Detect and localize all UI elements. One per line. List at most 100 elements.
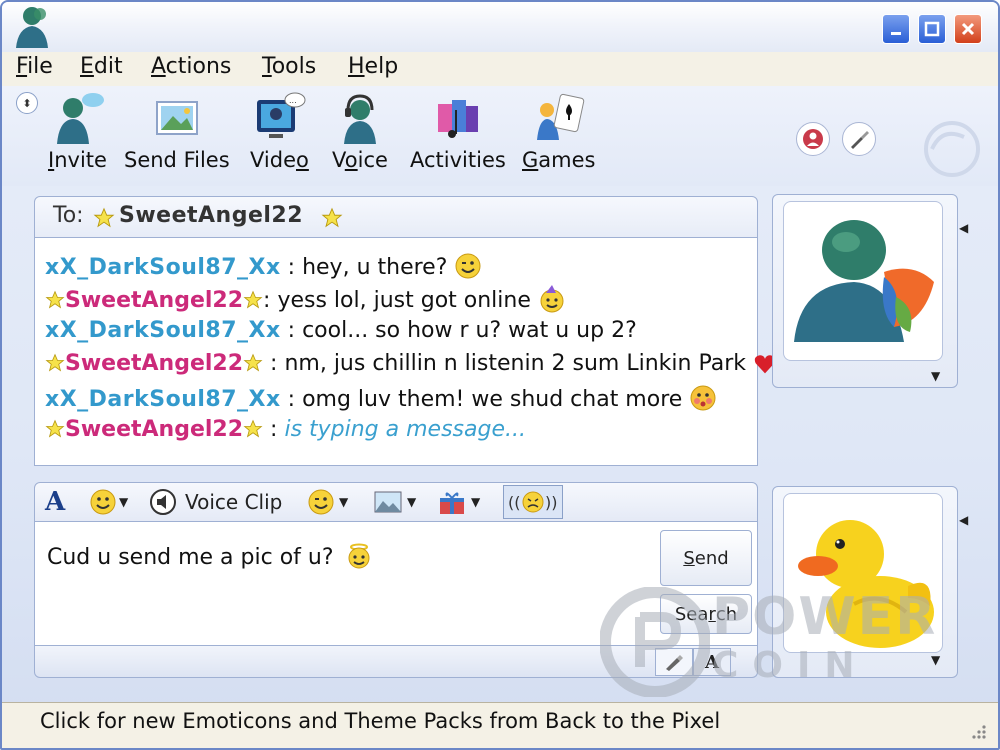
search-pre: Sea bbox=[674, 603, 709, 625]
status-link[interactable]: Click for new Emoticons and Theme Packs … bbox=[40, 709, 720, 733]
message-row: xX_DarkSoul87_Xx : omg luv them! we shud… bbox=[45, 384, 717, 412]
menu-bar: File Edit Actions Tools Help bbox=[2, 52, 998, 87]
minimize-button[interactable] bbox=[882, 14, 910, 44]
resize-grip-icon[interactable] bbox=[968, 721, 988, 741]
playing-cards-icon bbox=[536, 93, 584, 140]
close-button[interactable] bbox=[954, 14, 982, 44]
menu-help[interactable]: Help bbox=[348, 54, 398, 79]
wink-emoticon-icon bbox=[455, 253, 481, 279]
typing-indicator: is typing a message... bbox=[284, 417, 526, 442]
collapse-arrow-icon[interactable]: ◀ bbox=[959, 221, 968, 235]
invite-label: Invite bbox=[48, 148, 107, 172]
own-display-picture[interactable] bbox=[783, 493, 943, 653]
message-text: cool... so how r u? wat u up 2? bbox=[302, 318, 637, 343]
picture-options-arrow-icon[interactable]: ▼ bbox=[931, 369, 940, 383]
menu-file-label: ile bbox=[27, 54, 53, 79]
separator: : bbox=[263, 288, 278, 313]
send-files-label: Send Files bbox=[124, 148, 230, 172]
buddy-icon bbox=[57, 93, 105, 144]
dropdown-arrow-icon: ▼ bbox=[407, 495, 417, 509]
collapse-arrow-icon[interactable]: ◀ bbox=[959, 513, 968, 527]
voice-button[interactable]: Voice bbox=[332, 90, 388, 180]
activities-button[interactable]: Activities bbox=[410, 90, 506, 180]
toolbar-toggle-button[interactable]: ⬍ bbox=[16, 92, 38, 114]
contact-display-picture[interactable] bbox=[783, 201, 943, 361]
svg-text:((: (( bbox=[508, 493, 520, 512]
picture-options-arrow-icon[interactable]: ▼ bbox=[931, 653, 940, 667]
activities-label: Activities bbox=[410, 148, 506, 172]
messenger-window: File Edit Actions Tools Help ⬍ Invite Se… bbox=[0, 0, 1000, 750]
block-button[interactable] bbox=[796, 122, 830, 156]
message-input-text: Cud u send me a pic of u? bbox=[47, 542, 373, 570]
rubber-duck-icon bbox=[798, 520, 934, 648]
star-icon bbox=[45, 419, 65, 438]
menu-tools[interactable]: Tools bbox=[262, 54, 316, 79]
send-button[interactable]: Send bbox=[660, 530, 752, 586]
emoticons-button[interactable]: ▼ bbox=[89, 487, 128, 517]
voice-clip-label: Voice Clip bbox=[185, 490, 283, 514]
send-rest: end bbox=[694, 547, 729, 569]
video-label: Video bbox=[250, 148, 309, 172]
message-row: xX_DarkSoul87_Xx : hey, u there? bbox=[45, 252, 482, 280]
menu-actions-label: ctions bbox=[165, 54, 232, 79]
separator: : bbox=[263, 351, 285, 376]
status-bar[interactable]: Click for new Emoticons and Theme Packs … bbox=[2, 702, 998, 748]
message-text: omg luv them! we shud chat more bbox=[302, 387, 683, 412]
nudge-icon: (()) bbox=[508, 491, 557, 513]
send-files-button[interactable]: Send Files bbox=[124, 90, 230, 180]
to-bar: To: SweetAngel22 bbox=[34, 196, 758, 238]
msn-buddy-icon bbox=[794, 220, 934, 342]
wink-icon bbox=[308, 489, 334, 515]
dropdown-arrow-icon: ▼ bbox=[471, 495, 481, 509]
menu-help-label: elp bbox=[364, 54, 399, 79]
svg-text:...: ... bbox=[289, 96, 297, 105]
search-button[interactable]: Sea r ch bbox=[660, 594, 752, 634]
menu-file[interactable]: File bbox=[16, 54, 53, 79]
search-rest: ch bbox=[715, 603, 738, 625]
chevron-up-down-icon: ⬍ bbox=[22, 96, 32, 110]
games-button[interactable]: Games bbox=[522, 90, 595, 180]
gift-icon bbox=[440, 492, 464, 514]
compose-text-value: Cud u send me a pic of u? bbox=[47, 545, 334, 570]
sender-name: xX_DarkSoul87_Xx bbox=[45, 387, 281, 412]
star-icon bbox=[45, 353, 65, 372]
invite-button[interactable]: Invite bbox=[48, 90, 107, 180]
voice-rest: ice bbox=[357, 148, 388, 172]
star-icon bbox=[321, 207, 343, 228]
nudge-button[interactable]: (()) bbox=[503, 485, 563, 519]
conversation-transcript[interactable]: xX_DarkSoul87_Xx : hey, u there? SweetAn… bbox=[34, 238, 776, 466]
handwriting-button[interactable] bbox=[655, 648, 693, 676]
minimize-icon bbox=[891, 32, 901, 35]
video-button[interactable]: ... Video bbox=[250, 90, 309, 180]
winks-button[interactable]: ▼ bbox=[307, 487, 348, 517]
menu-actions[interactable]: Actions bbox=[151, 54, 231, 79]
message-row: xX_DarkSoul87_Xx : cool... so how r u? w… bbox=[45, 318, 637, 343]
font-icon[interactable]: A bbox=[45, 487, 65, 517]
pen-icon bbox=[666, 655, 683, 671]
title-bar[interactable] bbox=[2, 2, 998, 52]
sender-name: SweetAngel22 bbox=[65, 351, 244, 376]
send-key: S bbox=[683, 547, 695, 569]
message-row: SweetAngel22 : nm, jus chillin n listeni… bbox=[45, 351, 777, 376]
to-label: To: bbox=[53, 203, 84, 228]
voice-pre: V bbox=[332, 148, 345, 172]
sender-name: SweetAngel22 bbox=[65, 417, 244, 442]
video-key: o bbox=[296, 148, 309, 172]
message-input[interactable]: Cud u send me a pic of u? bbox=[34, 522, 758, 646]
menu-edit[interactable]: Edit bbox=[80, 54, 123, 79]
text-mode-button[interactable]: A bbox=[693, 648, 731, 676]
dropdown-arrow-icon: ▼ bbox=[119, 495, 129, 509]
backgrounds-button[interactable]: ▼ bbox=[373, 487, 416, 517]
contact-name[interactable]: SweetAngel22 bbox=[119, 203, 303, 228]
paintbrush-icon bbox=[851, 131, 869, 149]
games-label: Games bbox=[522, 148, 595, 172]
dropdown-arrow-icon: ▼ bbox=[339, 495, 349, 509]
gifts-button[interactable]: ▼ bbox=[437, 487, 480, 517]
background-button[interactable] bbox=[842, 122, 876, 156]
input-bottom-strip: A bbox=[34, 646, 758, 678]
star-icon bbox=[45, 290, 65, 309]
voice-clip-button[interactable]: Voice Clip bbox=[149, 487, 282, 517]
maximize-button[interactable] bbox=[918, 14, 946, 44]
headset-icon bbox=[344, 94, 376, 144]
pictures-icon bbox=[155, 101, 198, 135]
